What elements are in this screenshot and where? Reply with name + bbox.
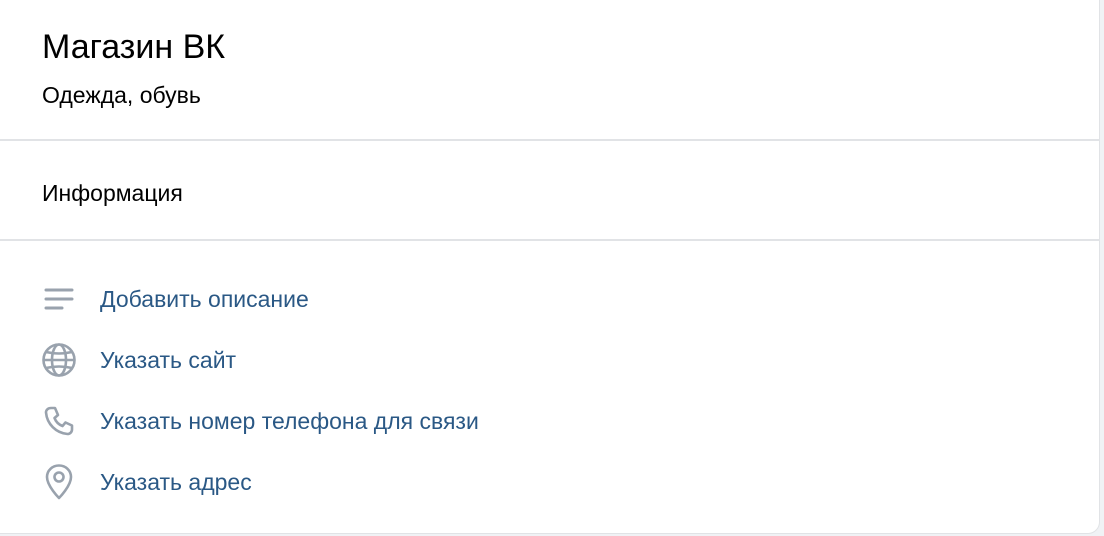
text-lines-icon <box>40 280 78 318</box>
set-phone-button[interactable]: Указать номер телефона для связи <box>38 398 598 442</box>
page-title: Магазин ВК <box>42 28 226 66</box>
category-subtitle: Одежда, обувь <box>42 82 201 108</box>
add-description-button[interactable]: Добавить описание <box>38 276 598 320</box>
section-title: Информация <box>42 180 183 206</box>
location-pin-icon <box>40 463 78 501</box>
set-website-button[interactable]: Указать сайт <box>38 337 598 381</box>
globe-icon <box>40 341 78 379</box>
info-section-header: Информация <box>0 141 1099 241</box>
community-info-card: Магазин ВК Одежда, обувь Информация Доба… <box>0 0 1100 534</box>
set-address-label: Указать адрес <box>100 469 252 495</box>
set-website-label: Указать сайт <box>100 347 237 373</box>
set-phone-label: Указать номер телефона для связи <box>100 408 479 434</box>
card-header: Магазин ВК Одежда, обувь <box>0 0 1099 141</box>
add-description-label: Добавить описание <box>100 286 309 312</box>
set-address-button[interactable]: Указать адрес <box>38 459 598 503</box>
phone-icon <box>40 402 78 440</box>
